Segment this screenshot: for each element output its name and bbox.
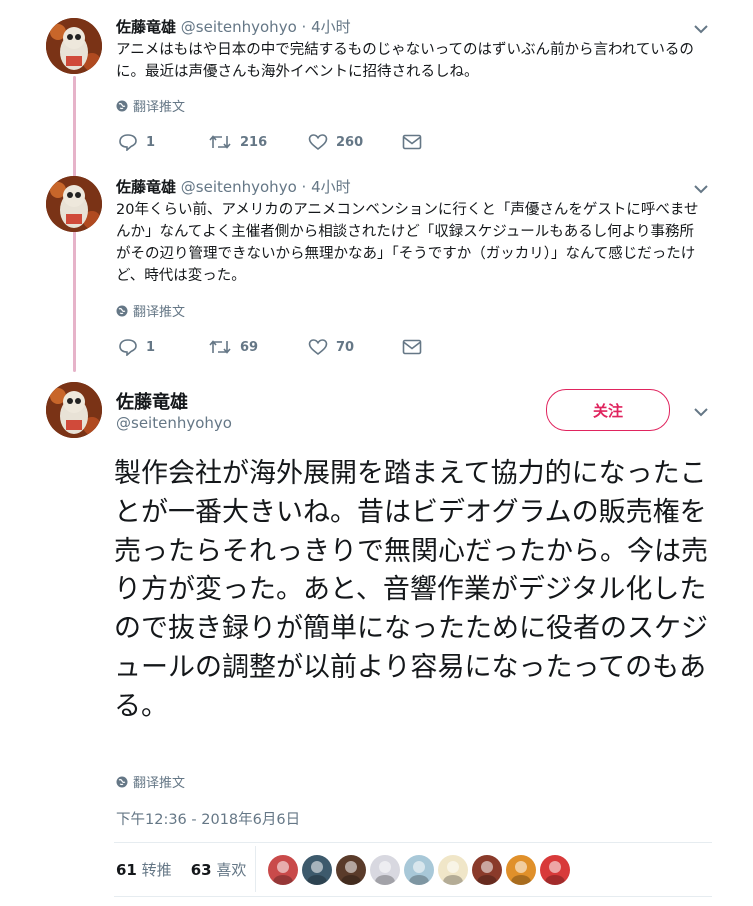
tweet-text: アニメはもはや日本の中で完結するものじゃないってのはずいぶん前から言われているの…: [116, 42, 694, 80]
retweet-count: 69: [240, 339, 259, 355]
stats-separator: [255, 846, 256, 892]
liker-avatar[interactable]: [404, 855, 434, 885]
tweet-header: 佐藤竜雄 @seitenhyohyo · 4小时: [116, 16, 351, 37]
liker-avatar[interactable]: [472, 855, 502, 885]
translate-label[interactable]: 翻译推文: [133, 301, 185, 320]
tweet-actions: 1 216 260: [118, 133, 422, 151]
retweet-icon: [209, 340, 231, 354]
reply-icon: [119, 339, 137, 356]
dm-button[interactable]: [402, 134, 422, 150]
author-name[interactable]: 佐藤竜雄: [116, 18, 176, 36]
like-stat-label: 喜欢: [216, 861, 247, 879]
like-stat-count: 63: [190, 861, 212, 879]
author-name[interactable]: 佐藤竜雄: [116, 178, 176, 196]
avatar[interactable]: [46, 18, 102, 74]
main-author-handle[interactable]: @seitenhyohyo: [116, 414, 232, 432]
liker-avatar[interactable]: [302, 855, 332, 885]
reply-button[interactable]: 1: [118, 133, 208, 151]
like-button[interactable]: 260: [308, 133, 402, 151]
heart-icon: [308, 339, 328, 356]
like-count: 260: [336, 134, 364, 150]
retweet-button[interactable]: 69: [208, 338, 308, 356]
follow-button[interactable]: 关注: [546, 389, 670, 431]
tweet-time[interactable]: · 4小时: [302, 18, 351, 36]
envelope-icon: [402, 339, 422, 355]
like-stat[interactable]: 63 喜欢: [191, 861, 247, 879]
tweet-actions: 1 69 70: [118, 338, 422, 356]
translate-label[interactable]: 翻译推文: [133, 772, 185, 791]
chevron-down-icon[interactable]: [692, 180, 710, 198]
dm-button[interactable]: [402, 339, 422, 355]
liker-avatar[interactable]: [540, 855, 570, 885]
reply-button[interactable]: 1: [118, 338, 208, 356]
heart-icon: [308, 134, 328, 151]
translate-link[interactable]: 翻译推文: [116, 301, 185, 320]
globe-icon: [116, 305, 128, 316]
avatar[interactable]: [46, 176, 102, 232]
liker-avatar[interactable]: [336, 855, 366, 885]
divider: [114, 842, 712, 843]
tweet-timestamp[interactable]: 下午12:36 - 2018年6月6日: [116, 808, 300, 829]
engagement-stats: 61 转推 63 喜欢: [116, 859, 246, 880]
main-author-name[interactable]: 佐藤竜雄: [116, 388, 188, 414]
liker-avatar[interactable]: [370, 855, 400, 885]
translate-link[interactable]: 翻译推文: [116, 772, 185, 791]
tweet-header: 佐藤竜雄 @seitenhyohyo · 4小时: [116, 176, 351, 197]
tweet-item-2[interactable]: 佐藤竜雄 @seitenhyohyo · 4小时 20年くらい前、アメリカのアニ…: [0, 170, 753, 370]
liker-avatar[interactable]: [268, 855, 298, 885]
main-tweet-text: 製作会社が海外展開を踏まえて協力的になったことが一番大きいね。昔はビデオグラムの…: [114, 458, 708, 722]
like-count: 70: [336, 339, 355, 355]
translate-label[interactable]: 翻译推文: [133, 96, 185, 115]
reply-count: 1: [146, 134, 156, 150]
envelope-icon: [402, 134, 422, 150]
retweet-stat-label: 转推: [141, 861, 172, 879]
liker-avatar[interactable]: [506, 855, 536, 885]
tweet-time[interactable]: · 4小时: [302, 178, 351, 196]
retweet-count: 216: [240, 134, 268, 150]
retweet-stat-count: 61: [116, 861, 137, 879]
chevron-down-icon[interactable]: [692, 20, 710, 38]
like-button[interactable]: 70: [308, 338, 402, 356]
tweet-item-1[interactable]: 佐藤竜雄 @seitenhyohyo · 4小时 アニメはもはや日本の中で完結す…: [0, 0, 753, 170]
retweet-button[interactable]: 216: [208, 133, 308, 151]
tweet-text: 20年くらい前、アメリカのアニメコンベンションに行くと「声優さんをゲストに呼べま…: [116, 202, 699, 284]
main-avatar[interactable]: [46, 382, 102, 438]
retweet-stat[interactable]: 61 转推: [116, 861, 172, 879]
divider: [114, 896, 712, 897]
retweet-icon: [209, 135, 231, 149]
reply-icon: [119, 134, 137, 151]
globe-icon: [116, 776, 128, 787]
author-handle[interactable]: @seitenhyohyo: [181, 18, 297, 36]
chevron-down-icon[interactable]: [692, 403, 710, 421]
globe-icon: [116, 100, 128, 111]
liker-avatar[interactable]: [438, 855, 468, 885]
author-handle[interactable]: @seitenhyohyo: [181, 178, 297, 196]
translate-link[interactable]: 翻译推文: [116, 96, 185, 115]
reply-count: 1: [146, 339, 156, 355]
